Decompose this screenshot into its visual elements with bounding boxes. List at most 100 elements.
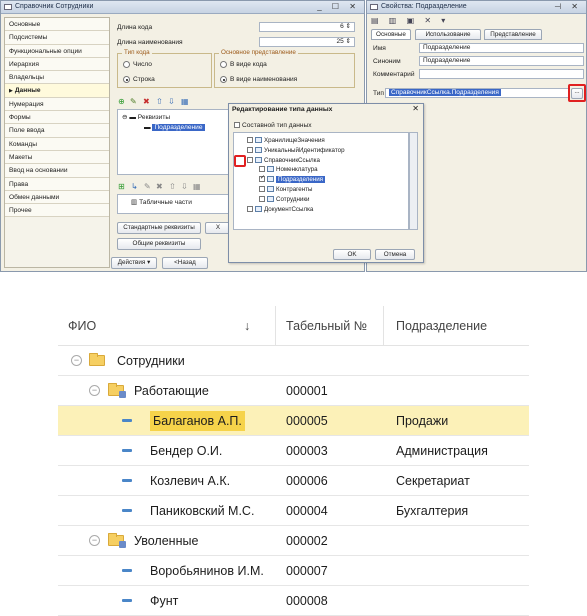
add-tabular-icon[interactable]: ⊞ — [118, 183, 125, 191]
type-tree-item[interactable]: УникальныйИдентификатор — [247, 146, 345, 155]
cancel-button[interactable]: Отмена — [375, 249, 415, 260]
up-tabular-icon[interactable]: ⇧ — [169, 183, 176, 191]
dialog-close-icon[interactable]: ✕ — [412, 104, 419, 113]
row-tab-number: 000002 — [286, 534, 328, 548]
radio-code-string[interactable] — [123, 76, 130, 83]
row-name: Бендер О.И. — [150, 444, 223, 458]
type-checkbox[interactable] — [247, 137, 253, 143]
table-row[interactable]: Паниковский М.С. 000004 Бухгалтерия — [58, 496, 529, 526]
table-row[interactable]: − Работающие 000001 — [58, 376, 529, 406]
window-controls[interactable]: _ ☐ ✕ — [317, 1, 360, 13]
type-tree-item[interactable]: Сотрудники — [259, 195, 310, 204]
type-tree-item[interactable]: ХранилищеЗначения — [247, 136, 325, 145]
type-item-label: Номенклатура — [276, 166, 318, 174]
table-row[interactable]: Козлевич А.К. 000006 Секретариат — [58, 466, 529, 496]
actions-button[interactable]: Действия ▾ — [111, 257, 157, 269]
sidebar-nav-item[interactable]: Данные — [5, 84, 109, 98]
type-label: Тип — [373, 90, 384, 97]
type-checkbox[interactable] — [247, 146, 253, 153]
delete-tabular-icon[interactable]: ✖ — [156, 183, 163, 191]
type-checkbox[interactable] — [259, 195, 265, 202]
properties-tab[interactable]: Основные — [371, 29, 411, 40]
type-field[interactable]: СправочникСсылка.Подразделения — [385, 88, 569, 98]
sidebar-nav-item[interactable]: Владельцы — [5, 71, 109, 85]
sort-tabular-icon[interactable]: ▦ — [193, 183, 201, 191]
type-icon — [255, 146, 262, 153]
back-button[interactable]: <Назад — [162, 257, 208, 269]
type-tree-scrollbar[interactable] — [409, 132, 418, 230]
collapse-icon[interactable]: − — [71, 355, 82, 366]
type-tree-item[interactable]: Контрагенты — [259, 185, 312, 194]
collapse-icon[interactable]: − — [89, 535, 100, 546]
column-fio[interactable]: ФИО — [68, 306, 96, 346]
item-icon — [122, 449, 132, 452]
row-department: Продажи — [396, 414, 449, 428]
sidebar-nav-item[interactable]: Поле ввода — [5, 124, 109, 138]
radio-repr-name[interactable] — [220, 76, 227, 83]
catalog-window-titlebar[interactable]: Справочник Сотрудники _ ☐ ✕ — [1, 1, 364, 14]
comment-field[interactable] — [419, 69, 584, 79]
synonym-field[interactable]: Подразделение — [419, 56, 584, 66]
type-checkbox[interactable] — [247, 156, 253, 163]
sidebar-nav-item[interactable]: Команды — [5, 137, 109, 151]
properties-tab[interactable]: Использование — [415, 29, 481, 40]
sidebar-nav-item[interactable]: Ввод на основании — [5, 164, 109, 178]
table-row[interactable]: − Сотрудники — [58, 346, 529, 376]
sidebar-nav-item[interactable]: Функциональные опции — [5, 44, 109, 58]
radio-code-number-label: Число — [133, 61, 152, 68]
sort-icon[interactable]: ▦ — [181, 98, 189, 106]
table-row[interactable]: − Уволенные 000002 — [58, 526, 529, 556]
sidebar-nav-item[interactable]: Обмен данными — [5, 190, 109, 205]
sidebar-nav-item[interactable]: Основные — [5, 18, 109, 32]
table-row[interactable]: Фунт 000008 — [58, 586, 529, 616]
type-checkbox[interactable] — [259, 166, 265, 173]
radio-repr-code[interactable] — [220, 61, 227, 68]
type-tree-item[interactable]: Номенклатура — [259, 165, 318, 174]
window-icon — [4, 4, 12, 10]
down-tabular-icon[interactable]: ⇩ — [181, 183, 188, 191]
row-name: Паниковский М.С. — [150, 504, 255, 518]
move-up-icon[interactable]: ⇧ — [156, 98, 163, 106]
tabular-parts-item[interactable]: ▥ Табличные части — [131, 198, 192, 206]
composite-type-checkbox[interactable]: Составной тип данных — [234, 122, 312, 129]
edit-tabular-icon[interactable]: ✎ — [144, 183, 151, 191]
name-length-field[interactable]: 25 ⇕ — [259, 37, 355, 47]
type-checkbox[interactable] — [247, 205, 253, 212]
sidebar-nav-item[interactable]: Подсистемы — [5, 31, 109, 45]
tree-child-attribute[interactable]: ▬ Подразделение — [144, 124, 205, 131]
common-attrs-button[interactable]: Общие реквизиты — [117, 238, 201, 250]
add-column-icon[interactable]: ↳ — [131, 183, 138, 191]
radio-code-number[interactable] — [123, 61, 130, 68]
std-attrs-button[interactable]: Стандартные реквизиты — [117, 222, 201, 234]
tree-root[interactable]: ⊖ ▬ Реквизиты — [122, 113, 170, 121]
type-checkbox[interactable] — [259, 186, 265, 192]
add-icon[interactable]: ⊕ — [118, 98, 125, 106]
collapse-icon[interactable]: − — [89, 385, 100, 396]
type-tree-item[interactable]: СправочникСсылка — [247, 156, 320, 165]
column-tab-number[interactable]: Табельный № — [286, 306, 367, 346]
sidebar-nav-item[interactable]: Макеты — [5, 150, 109, 165]
move-down-icon[interactable]: ⇩ — [168, 98, 175, 106]
properties-toolbar[interactable]: ▤ ▥ ▣ ✕ ▾ — [371, 16, 449, 25]
sidebar-nav-item[interactable]: Права — [5, 177, 109, 191]
sidebar-nav-item[interactable]: Иерархия — [5, 57, 109, 72]
type-tree-item[interactable]: Подразделения — [259, 174, 325, 184]
properties-window-titlebar[interactable]: Свойства: Подразделение ⊣ ✕ — [367, 1, 586, 14]
table-row[interactable]: Бендер О.И. 000003 Администрация — [58, 436, 529, 466]
properties-tab[interactable]: Представление — [484, 29, 542, 40]
edit-icon[interactable]: ✎ — [130, 98, 137, 106]
sidebar-nav-item[interactable]: Прочее — [5, 204, 109, 218]
sort-arrow-icon[interactable]: ↓ — [244, 306, 250, 346]
sidebar-nav-item[interactable]: Формы — [5, 111, 109, 125]
table-row[interactable]: Балаганов А.П. 000005 Продажи — [58, 406, 529, 436]
properties-window-controls[interactable]: ⊣ ✕ — [554, 1, 582, 13]
code-length-field[interactable]: 6 ⇕ — [259, 22, 355, 32]
column-department[interactable]: Подразделение — [396, 306, 487, 346]
delete-icon[interactable]: ✖ — [143, 98, 150, 106]
sidebar-nav-item[interactable]: Нумерация — [5, 97, 109, 112]
name-field[interactable]: Подразделение — [419, 43, 584, 53]
type-tree-item[interactable]: ДокументСсылка — [247, 205, 313, 214]
table-row[interactable]: Воробьянинов И.М. 000007 — [58, 556, 529, 586]
ok-button[interactable]: OK — [333, 249, 371, 260]
type-checkbox[interactable] — [259, 174, 265, 183]
